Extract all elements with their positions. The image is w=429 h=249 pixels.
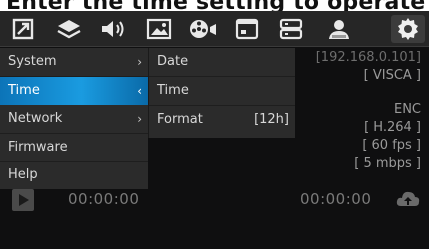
timecode-right: 00:00:00	[300, 190, 372, 208]
menu-item-label: Time	[8, 83, 40, 98]
menu-item-help[interactable]: Help	[0, 161, 148, 189]
status-panel: [192.168.0.101] [ VISCA ] ENC [ H.264 ] …	[316, 49, 421, 173]
submenu-item-time[interactable]: Time	[149, 77, 295, 105]
aspect-icon[interactable]	[6, 15, 40, 43]
format-value: [12h]	[254, 112, 289, 127]
menu-item-system[interactable]: System ›	[0, 48, 148, 76]
volume-icon[interactable]	[96, 15, 130, 43]
submenu-item-label: Time	[157, 83, 189, 98]
chevron-right-icon: ›	[137, 55, 142, 69]
menu-item-label: Help	[8, 167, 38, 182]
ip-address: [192.168.0.101]	[315, 50, 421, 65]
codec-label: [ H.264 ]	[364, 120, 421, 135]
menu-item-label: Network	[8, 111, 63, 126]
menu-item-time[interactable]: Time ‹	[0, 77, 148, 105]
user-icon[interactable]	[322, 15, 356, 43]
camera-screen: [192.168.0.101] [ VISCA ] ENC [ H.264 ] …	[0, 11, 429, 249]
settings-menu: System › Time ‹ Network › Firmware Help	[0, 48, 148, 189]
camera-reel-icon[interactable]	[186, 15, 220, 43]
menu-item-label: Firmware	[8, 140, 68, 155]
submenu-item-date[interactable]: Date	[149, 48, 295, 76]
cloud-upload-icon[interactable]	[395, 188, 421, 214]
storage-icon[interactable]	[274, 15, 308, 43]
instruction-text: Enter the time setting to operate	[6, 0, 425, 11]
playback-bar: 00:00:00 00:00:00	[0, 186, 429, 214]
protocol-label: [ VISCA ]	[363, 68, 421, 83]
submenu-item-format[interactable]: Format [12h]	[149, 106, 295, 134]
play-button[interactable]	[12, 189, 34, 211]
menu-item-label: System	[8, 54, 57, 69]
display-icon[interactable]	[230, 15, 264, 43]
bitrate-label: [ 5 mbps ]	[354, 156, 421, 171]
instruction-caption: Enter the time setting to operate	[0, 0, 429, 11]
fps-label: [ 60 fps ]	[362, 138, 421, 153]
menu-item-firmware[interactable]: Firmware	[0, 134, 148, 162]
menu-item-network[interactable]: Network ›	[0, 105, 148, 133]
time-submenu: Date Time Format [12h]	[148, 48, 295, 138]
layers-icon[interactable]	[52, 15, 86, 43]
timecode-left: 00:00:00	[68, 190, 140, 208]
chevron-left-icon: ‹	[137, 84, 142, 98]
submenu-item-label: Date	[157, 54, 189, 69]
top-toolbar	[0, 11, 429, 47]
encoder-label: ENC	[393, 102, 421, 117]
chevron-right-icon: ›	[137, 112, 142, 126]
submenu-item-label: Format	[157, 112, 203, 127]
image-icon[interactable]	[142, 15, 176, 43]
settings-icon[interactable]	[391, 15, 425, 43]
